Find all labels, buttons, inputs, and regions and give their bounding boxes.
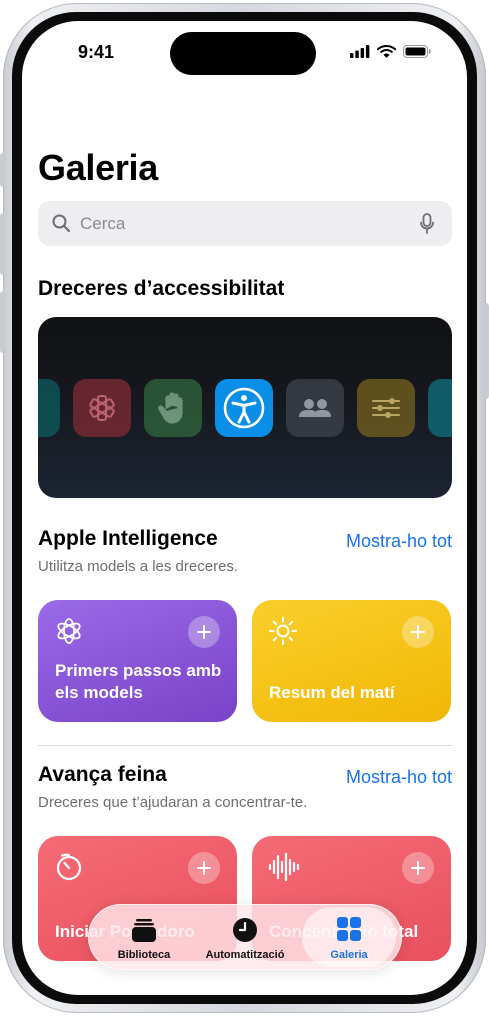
medical-star-icon xyxy=(89,395,115,421)
screen: 9:41 Galeria Cerca Dreceres d’accessibil… xyxy=(22,21,467,995)
status-time: 9:41 xyxy=(78,42,115,62)
action-button xyxy=(0,153,6,187)
status-icons xyxy=(350,44,431,58)
add-shortcut-button[interactable] xyxy=(188,616,220,648)
get-work-done-title: Avança feina xyxy=(38,763,167,786)
microphone-icon[interactable] xyxy=(420,213,434,234)
hero-tile-accessibility xyxy=(215,379,273,437)
models-icon xyxy=(57,618,81,644)
hero-tile-teal xyxy=(428,379,452,437)
apple-intelligence-subtitle: Utilitza models a les dreceres. xyxy=(38,558,239,575)
tab-automation-label: Automatització xyxy=(205,949,285,961)
accessibility-section-title: Dreceres d’accessibilitat xyxy=(38,277,285,300)
tab-automation[interactable]: Automatització xyxy=(192,904,298,970)
sun-icon xyxy=(269,617,297,645)
apple-intelligence-title: Apple Intelligence xyxy=(38,527,218,550)
tab-bar: Biblioteca Automatització Galeria xyxy=(88,904,402,970)
hero-tile-medical xyxy=(73,379,131,437)
tab-library[interactable]: Biblioteca xyxy=(96,904,192,970)
volume-down-button xyxy=(0,291,6,353)
hero-tile-sliders xyxy=(357,379,415,437)
accessibility-shortcuts-banner[interactable] xyxy=(38,317,452,498)
gallery-icon xyxy=(337,917,361,941)
search-placeholder[interactable]: Cerca xyxy=(80,214,125,234)
tab-gallery-label: Galeria xyxy=(330,949,368,961)
timer-icon xyxy=(56,853,82,881)
card-models[interactable]: Primers passos amb els models xyxy=(38,600,237,722)
section-divider xyxy=(38,745,452,746)
card-models-label: Primers passos amb els models xyxy=(55,661,222,702)
clock-icon xyxy=(233,918,257,942)
battery-icon xyxy=(403,44,431,58)
people-icon xyxy=(299,399,331,417)
sliders-icon xyxy=(372,398,400,418)
power-button xyxy=(483,303,489,399)
hand-icon xyxy=(158,392,183,424)
card-morning-summary-label: Resum del matí xyxy=(269,683,395,702)
wifi-icon xyxy=(377,45,396,58)
hero-tile-people xyxy=(286,379,344,437)
card-morning-summary[interactable]: Resum del matí xyxy=(252,600,451,722)
page-title: Galeria xyxy=(38,147,158,188)
search-icon xyxy=(52,214,71,233)
waveform-icon xyxy=(268,852,300,882)
apple-intelligence-see-all-link[interactable]: Mostra-ho tot xyxy=(346,531,452,552)
hero-tile-link xyxy=(38,379,60,437)
search-field[interactable]: Cerca xyxy=(38,201,452,246)
get-work-done-see-all-link[interactable]: Mostra-ho tot xyxy=(346,767,452,788)
add-shortcut-button[interactable] xyxy=(402,616,434,648)
add-shortcut-button[interactable] xyxy=(402,852,434,884)
accessibility-icon xyxy=(223,387,265,429)
library-icon xyxy=(132,919,156,942)
hero-tile-hand xyxy=(144,379,202,437)
volume-up-button xyxy=(0,213,6,275)
tab-gallery[interactable]: Galeria xyxy=(302,907,396,967)
dynamic-island xyxy=(170,32,316,75)
cellular-signal-icon xyxy=(350,44,370,58)
get-work-done-subtitle: Dreceres que t’ajudaran a concentrar-te. xyxy=(38,794,308,811)
add-shortcut-button[interactable] xyxy=(188,852,220,884)
tab-library-label: Biblioteca xyxy=(117,949,171,961)
